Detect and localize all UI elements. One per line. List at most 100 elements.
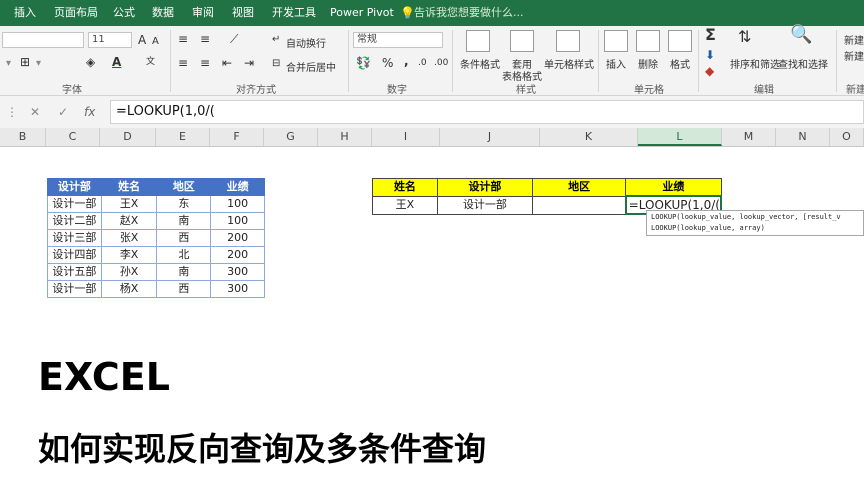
tab-review[interactable]: 审阅 [192, 0, 214, 26]
decimal-increase-icon[interactable]: .0 [418, 56, 427, 70]
table-cell[interactable]: 北 [156, 246, 212, 264]
new-item-button-2[interactable]: 新建 [844, 48, 864, 63]
table-cell[interactable]: 东 [156, 195, 212, 213]
table-cell[interactable]: 设计二部 [47, 212, 102, 230]
table-cell[interactable]: 杨X [100, 280, 158, 298]
clear-icon[interactable]: ◆ [705, 64, 714, 78]
column-header-L[interactable]: L [638, 128, 722, 146]
underline-dropdown-icon[interactable]: ▾ [6, 57, 11, 71]
table-cell[interactable]: 设计一部 [47, 195, 102, 213]
table-header-cell[interactable]: 姓名 [100, 178, 158, 196]
table-cell[interactable]: 设计三部 [47, 229, 102, 247]
format-cells-icon[interactable] [668, 30, 692, 52]
font-decrease-icon[interactable]: A [152, 35, 159, 49]
font-name-combo[interactable] [2, 32, 84, 48]
search-icon[interactable]: 🔍 [790, 26, 812, 44]
delete-cells-button[interactable]: 删除 [638, 56, 658, 71]
table-cell[interactable]: 设计五部 [47, 263, 102, 281]
comma-style-button[interactable]: , [404, 54, 409, 68]
orientation-icon[interactable]: ⟋ [230, 32, 238, 46]
column-header-E[interactable]: E [156, 128, 210, 146]
column-header-J[interactable]: J [440, 128, 540, 146]
table-cell[interactable]: 李X [100, 246, 158, 264]
table-header-cell[interactable]: 地区 [156, 178, 212, 196]
border-dropdown-icon[interactable]: ▾ [36, 57, 41, 71]
tab-formulas[interactable]: 公式 [113, 0, 135, 26]
table-header-cell[interactable]: 设计部 [436, 178, 534, 197]
table-cell[interactable]: 200 [210, 229, 265, 247]
column-header-I[interactable]: I [372, 128, 440, 146]
sort-filter-icon[interactable]: ⇅ [738, 29, 751, 45]
table-cell[interactable]: 西 [156, 280, 212, 298]
column-header-M[interactable]: M [722, 128, 776, 146]
wrap-text-button[interactable]: 自动换行 [286, 35, 326, 50]
tab-insert[interactable]: 插入 [14, 0, 36, 26]
formula-input[interactable]: =LOOKUP(1,0/( [110, 100, 864, 124]
align-top-icon[interactable]: ≡ [178, 32, 188, 46]
align-center-icon[interactable]: ≡ [200, 56, 210, 70]
column-header-H[interactable]: H [318, 128, 372, 146]
column-header-N[interactable]: N [776, 128, 830, 146]
conditional-format-button[interactable]: 条件格式 [460, 56, 500, 71]
column-header-D[interactable]: D [100, 128, 156, 146]
table-cell[interactable]: 300 [210, 280, 265, 298]
fill-icon[interactable]: ⬇ [705, 48, 715, 62]
table-header-cell[interactable]: 姓名 [372, 178, 438, 197]
indent-decrease-icon[interactable]: ⇤ [222, 56, 232, 70]
autosum-icon[interactable]: Σ [705, 27, 716, 43]
font-color-icon[interactable]: A [112, 55, 121, 69]
phonetic-icon[interactable]: 文 [146, 55, 155, 69]
table-cell[interactable]: 设计一部 [47, 280, 102, 298]
column-header-K[interactable]: K [540, 128, 638, 146]
table-header-cell[interactable]: 业绩 [210, 178, 265, 196]
tooltip-syntax-vector[interactable]: LOOKUP(lookup_value, lookup_vector, [res… [651, 212, 859, 223]
cell-style-icon[interactable] [556, 30, 580, 52]
tell-me-box[interactable]: 告诉我您想要做什么... [414, 0, 524, 26]
tab-power-pivot[interactable]: Power Pivot [330, 0, 394, 26]
table-cell[interactable]: 西 [156, 229, 212, 247]
table-cell[interactable] [531, 195, 627, 215]
table-cell[interactable]: 孙X [100, 263, 158, 281]
table-cell[interactable]: 100 [210, 195, 265, 213]
column-header-F[interactable]: F [210, 128, 264, 146]
cell-style-button[interactable]: 单元格样式 [544, 56, 594, 71]
sort-filter-button[interactable]: 排序和筛选 [730, 56, 780, 71]
column-header-B[interactable]: B [0, 128, 46, 146]
fill-color-icon[interactable]: ◈ [86, 55, 95, 69]
wrap-text-icon[interactable]: ↵ [272, 33, 280, 47]
border-icon[interactable]: ⊞ [20, 55, 30, 69]
find-select-button[interactable]: 查找和选择 [778, 56, 828, 71]
column-header-C[interactable]: C [46, 128, 100, 146]
name-box-dropdown-icon[interactable]: ⋮ [6, 105, 18, 119]
insert-cells-icon[interactable] [604, 30, 628, 52]
align-middle-icon[interactable]: ≡ [200, 32, 210, 46]
cancel-formula-button[interactable]: ✕ [30, 105, 40, 119]
tab-page-layout[interactable]: 页面布局 [54, 0, 98, 26]
table-cell[interactable]: 100 [210, 212, 265, 230]
table-cell[interactable]: 设计四部 [47, 246, 102, 264]
percent-style-button[interactable]: % [382, 56, 393, 70]
confirm-formula-button[interactable]: ✓ [58, 105, 68, 119]
table-header-cell[interactable]: 业绩 [625, 178, 722, 197]
table-cell[interactable]: 张X [100, 229, 158, 247]
table-format-icon[interactable] [510, 30, 534, 52]
table-cell[interactable]: 南 [156, 212, 212, 230]
indent-increase-icon[interactable]: ⇥ [244, 56, 254, 70]
insert-cells-button[interactable]: 插入 [606, 56, 626, 71]
table-header-cell[interactable]: 设计部 [47, 178, 102, 196]
align-left-icon[interactable]: ≡ [178, 56, 188, 70]
table-cell[interactable]: 王X [372, 195, 438, 215]
column-header-G[interactable]: G [264, 128, 318, 146]
insert-function-button[interactable]: fx [84, 105, 95, 119]
delete-cells-icon[interactable] [636, 30, 660, 52]
merge-center-icon[interactable]: ⊟ [272, 57, 280, 71]
accounting-format-icon[interactable]: 💱 [356, 56, 371, 70]
decimal-decrease-icon[interactable]: .00 [434, 56, 448, 70]
font-size-combo[interactable]: 11 [88, 32, 132, 48]
merge-center-button[interactable]: 合并后居中 [286, 59, 336, 74]
tab-view[interactable]: 视图 [232, 0, 254, 26]
table-header-cell[interactable]: 地区 [531, 178, 627, 197]
table-cell[interactable]: 200 [210, 246, 265, 264]
table-cell[interactable]: 王X [100, 195, 158, 213]
new-item-button-1[interactable]: 新建 [844, 32, 864, 47]
